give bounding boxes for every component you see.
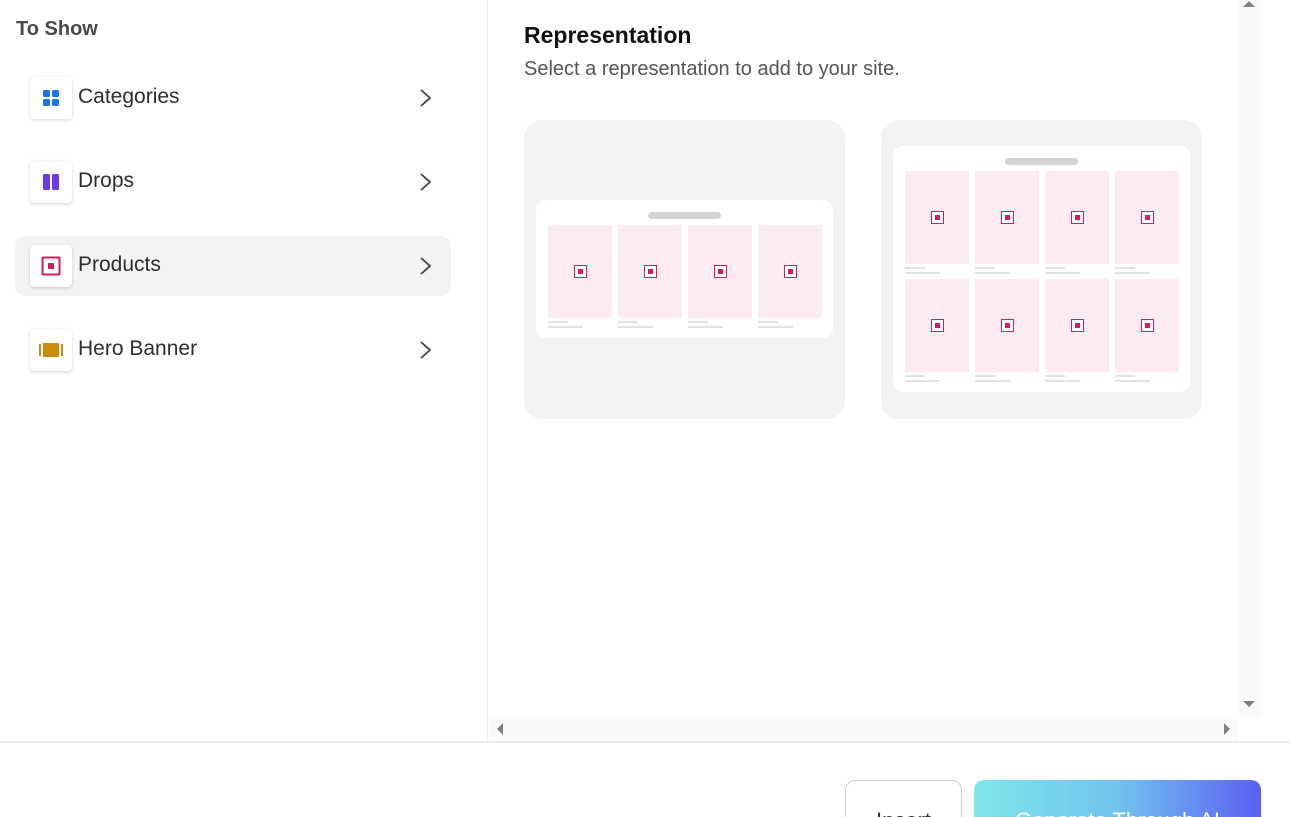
- product-tile: [548, 225, 612, 318]
- product-icon: [574, 265, 587, 278]
- sidebar-item-drops[interactable]: Drops: [15, 152, 451, 212]
- product-icon: [1141, 211, 1154, 224]
- page-subtitle: Select a representation to add to your s…: [524, 58, 900, 80]
- text-line: [1045, 375, 1065, 377]
- text-line: [975, 375, 995, 377]
- preview-title-bar: [648, 212, 721, 219]
- layout-preview: [536, 200, 833, 338]
- product-icon: [1071, 319, 1084, 332]
- sidebar-item-categories[interactable]: Categories: [15, 68, 451, 128]
- sidebar-item-label: Products: [78, 253, 161, 276]
- product-tile: [758, 225, 822, 318]
- left-panel: To Show Categories Drops Products Hero B…: [0, 0, 488, 741]
- vertical-scrollbar[interactable]: [1238, 0, 1261, 718]
- text-line: [905, 375, 925, 377]
- text-line: [1045, 272, 1080, 274]
- product-tile: [1045, 279, 1109, 372]
- scroll-down-arrow-icon[interactable]: [1242, 700, 1256, 708]
- sidebar-item-products[interactable]: Products: [15, 236, 451, 296]
- text-line: [975, 267, 995, 269]
- text-line: [975, 272, 1010, 274]
- panel-title: To Show: [16, 18, 98, 40]
- text-line: [548, 326, 583, 328]
- product-icon: [1071, 211, 1084, 224]
- text-line: [905, 380, 940, 382]
- text-line: [1045, 380, 1080, 382]
- representation-option-grid[interactable]: [881, 120, 1202, 419]
- insert-button[interactable]: Insert: [845, 780, 962, 817]
- product-tile: [618, 225, 682, 318]
- product-tile: [975, 279, 1039, 372]
- product-tile: [905, 279, 969, 372]
- scroll-right-arrow-icon[interactable]: [1223, 722, 1231, 736]
- generate-ai-button[interactable]: Generate Through AI: [974, 780, 1261, 817]
- product-icon: [931, 211, 944, 224]
- sidebar-item-label: Drops: [78, 169, 135, 192]
- layout-preview: [893, 146, 1190, 392]
- footer: Insert Generate Through AI: [0, 741, 1290, 817]
- text-line: [905, 267, 925, 269]
- product-icon: [644, 265, 657, 278]
- text-line: [618, 326, 653, 328]
- product-icon: [1001, 319, 1014, 332]
- product-tile: [1115, 279, 1179, 372]
- text-line: [688, 326, 723, 328]
- scroll-left-arrow-icon[interactable]: [496, 722, 504, 736]
- product-icon: [1141, 319, 1154, 332]
- product-tile: [905, 171, 969, 264]
- text-line: [688, 321, 708, 323]
- horizontal-scrollbar[interactable]: [489, 718, 1238, 741]
- sidebar-item-label: Categories: [78, 85, 180, 108]
- text-line: [1115, 267, 1135, 269]
- product-tile: [1115, 171, 1179, 264]
- product-icon: [1001, 211, 1014, 224]
- text-line: [758, 326, 793, 328]
- text-line: [975, 380, 1010, 382]
- chevron-right-icon: [420, 257, 432, 275]
- chevron-right-icon: [420, 89, 432, 107]
- product-icon: [931, 319, 944, 332]
- representation-option-single-row[interactable]: [524, 120, 845, 419]
- sidebar-item-label: Hero Banner: [78, 337, 198, 360]
- representation-panel: Representation Select a representation t…: [489, 0, 1238, 718]
- scroll-up-arrow-icon[interactable]: [1242, 0, 1256, 8]
- product-icon: [784, 265, 797, 278]
- chevron-right-icon: [420, 173, 432, 191]
- text-line: [548, 321, 568, 323]
- product-icon: [714, 265, 727, 278]
- product-tile: [688, 225, 752, 318]
- chevron-right-icon: [420, 341, 432, 359]
- text-line: [758, 321, 778, 323]
- text-line: [1115, 272, 1150, 274]
- preview-title-bar: [1005, 158, 1078, 165]
- sidebar-item-hero-banner[interactable]: Hero Banner: [15, 320, 451, 380]
- text-line: [618, 321, 638, 323]
- text-line: [1045, 267, 1065, 269]
- page-title: Representation: [524, 22, 692, 48]
- product-icon: [30, 245, 72, 287]
- text-line: [1115, 375, 1135, 377]
- banner-icon: [30, 329, 72, 371]
- grid-icon: [30, 77, 72, 119]
- text-line: [1115, 380, 1150, 382]
- product-tile: [975, 171, 1039, 264]
- text-line: [905, 272, 940, 274]
- columns-icon: [30, 161, 72, 203]
- product-tile: [1045, 171, 1109, 264]
